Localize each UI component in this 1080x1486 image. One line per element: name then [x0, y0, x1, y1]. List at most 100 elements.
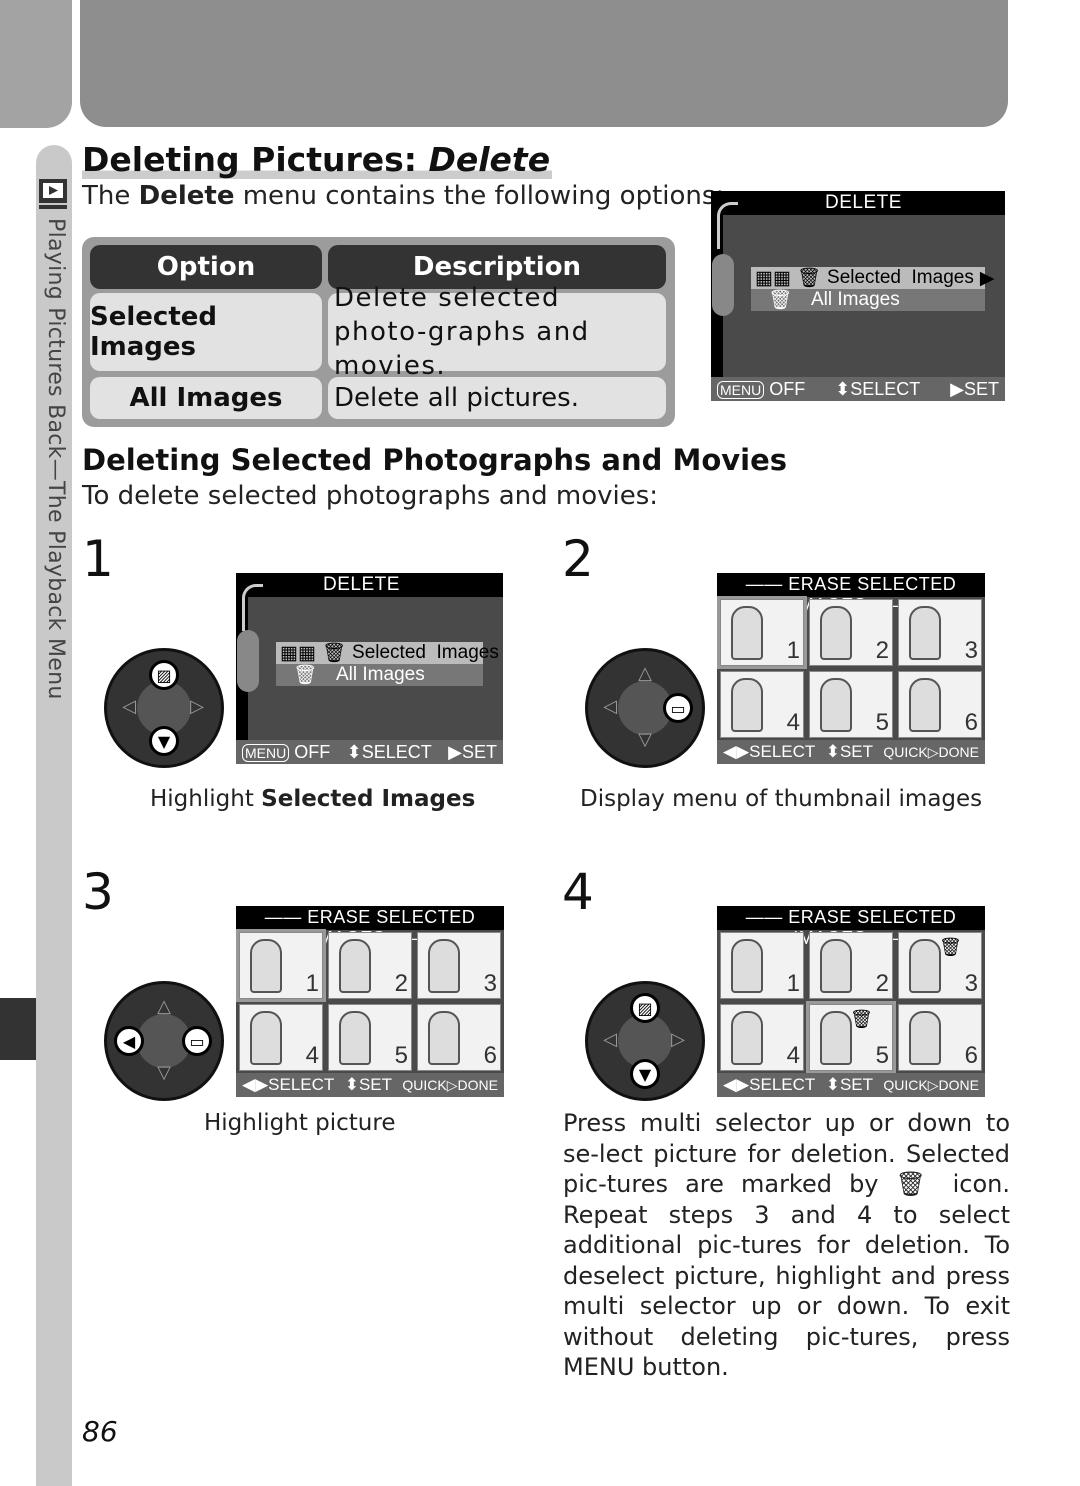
thumbnail[interactable]: 3: [417, 932, 501, 999]
lcd-erase-selected: —— ERASE SELECTED IMAGES —— 12🗑34🗑56 ◀▶S…: [717, 906, 985, 1097]
arrow-left-icon: ◁: [603, 696, 617, 717]
thumbnail[interactable]: 2: [809, 932, 893, 999]
select-hint: ◀▶SELECT: [723, 1075, 816, 1094]
trash-all-icon: 🗑: [292, 665, 318, 686]
multi-selector[interactable]: ▨ ▼ ◁ ▷: [104, 648, 224, 768]
row-description: Delete all pictures.: [328, 377, 666, 419]
header-banner: [80, 0, 1008, 127]
hint-text: QUICK: [883, 743, 928, 760]
thumbnail-number: 1: [786, 637, 800, 664]
menu-item-all-images[interactable]: 🗑 All Images: [751, 289, 985, 311]
arrow-up-icon: ▨: [149, 660, 179, 690]
thumbnail-number: 3: [483, 970, 497, 997]
step4-caption: Press multi selector up or down to se-le…: [563, 1109, 1010, 1381]
thumbnail-image: [820, 678, 852, 732]
thumbnail-number: 5: [875, 709, 889, 736]
header-option: Option: [90, 245, 322, 289]
select-hint: ◀▶SELECT: [242, 1075, 335, 1094]
thumbnail[interactable]: 2: [809, 599, 893, 666]
arrow-down-icon: ▽: [638, 729, 652, 750]
step3-caption: Highlight picture: [204, 1110, 396, 1136]
step-number: 2: [562, 530, 594, 588]
set-hint: ▶SET: [448, 741, 497, 762]
chapter-tab: [0, 0, 72, 128]
set-hint: ⬍SET: [825, 1075, 874, 1094]
arrow-right-icon: ▷: [671, 1029, 685, 1050]
thumbnail[interactable]: 1: [720, 932, 804, 999]
thumbnail-number: 4: [786, 709, 800, 736]
thumbnail[interactable]: 4: [720, 671, 804, 738]
thumbnail[interactable]: 5: [809, 671, 893, 738]
step1-caption: Highlight Selected Images: [150, 786, 475, 812]
thumbnail-image: [909, 1011, 941, 1065]
thumbnail[interactable]: 1: [717, 596, 807, 669]
set-hint: ⬍SET: [344, 1075, 393, 1094]
arrow-down-icon: ▽: [157, 1062, 171, 1083]
thumbnail-number: 1: [786, 970, 800, 997]
hint-text: SELECT: [850, 378, 921, 399]
hint-text: QUICK: [402, 1076, 447, 1093]
thumbnail-image: [339, 1011, 371, 1065]
hint-text: SELECT: [268, 1075, 335, 1094]
thumbnail-grid: 1 2 3 4 5 6: [717, 596, 982, 738]
hint-text: OFF: [294, 741, 331, 762]
options-table: Option Description Selected Images Delet…: [82, 237, 675, 427]
thumbnail[interactable]: 6: [898, 1004, 982, 1071]
thumbnail-image: [731, 939, 763, 993]
menu-item-label: All Images: [336, 664, 425, 685]
thumbnail[interactable]: 6: [417, 1004, 501, 1071]
thumbnail[interactable]: 4: [720, 1004, 804, 1071]
title-italic: Delete: [428, 140, 551, 179]
thumbnail[interactable]: 4: [239, 1004, 323, 1071]
thumbnail[interactable]: 3: [898, 599, 982, 666]
lcd-frame: [717, 202, 738, 249]
multi-selector[interactable]: ▨ ▼ ◁ ▷: [585, 981, 705, 1101]
thumbnail-number: 6: [964, 709, 978, 736]
thumbnail-number: 3: [964, 970, 978, 997]
menu-item-all-images[interactable]: 🗑 All Images: [276, 664, 483, 686]
thumbnail-image: [250, 939, 282, 993]
hint-text: OFF: [769, 378, 806, 399]
section-heading: Deleting Selected Photographs and Movies: [82, 443, 788, 477]
arrow-down-icon: ▼: [149, 726, 179, 756]
thumbnail-image: [339, 939, 371, 993]
thumbnail-image: [909, 678, 941, 732]
thumbnail-number: 3: [964, 637, 978, 664]
multi-selector[interactable]: △ ▽ ◀ ▭: [104, 981, 224, 1101]
thumbnail-image: [820, 1011, 852, 1065]
thumbnail-number: 1: [305, 970, 319, 997]
menu-item-selected-images[interactable]: ▦▦🗑Selected Images▶: [751, 267, 994, 289]
multi-selector[interactable]: △ ▽ ◁ ▭: [585, 648, 705, 768]
section-subtext: To delete selected photographs and movie…: [82, 481, 659, 511]
playback-tab-icon: [712, 254, 734, 316]
thumbnail[interactable]: 1: [236, 929, 326, 1002]
hint-text: SELECT: [361, 741, 432, 762]
thumbnail[interactable]: 6: [898, 671, 982, 738]
menu-item-label: Selected Images: [827, 267, 974, 288]
menu-item-selected-images[interactable]: ▦▦🗑Selected Images▶: [276, 642, 499, 664]
menu-button-icon: MENU: [717, 380, 765, 399]
lcd-footer: ◀▶SELECT ⬍SET QUICK▷DONE: [717, 1073, 985, 1097]
intro-pre: The: [82, 181, 139, 211]
trash-icon: 🗑: [850, 1009, 873, 1029]
sidebar-section-label: Playing Pictures Back—The Playback Menu: [43, 218, 68, 700]
thumbnail-image: [428, 1011, 460, 1065]
thumbnail[interactable]: 5: [328, 1004, 412, 1071]
lcd-footer: ◀▶SELECT ⬍SET QUICK▷DONE: [236, 1073, 504, 1097]
page-number: 86: [82, 1415, 118, 1448]
lcd-title: DELETE: [825, 192, 902, 213]
lcd-frame: [242, 584, 263, 631]
thumbnail[interactable]: 2: [328, 932, 412, 999]
set-hint: ⬍SET: [825, 742, 874, 761]
thumbnail[interactable]: 🗑 3: [898, 932, 982, 999]
caption-bold: Selected Images: [261, 786, 476, 812]
done-hint: QUICK▷DONE: [402, 1076, 498, 1093]
thumbnail[interactable]: 🗑 5: [806, 1001, 896, 1074]
arrow-down-icon: ▼: [630, 1059, 660, 1089]
lcd-erase-selected: —— ERASE SELECTED IMAGES —— 123456 ◀▶SEL…: [717, 573, 985, 764]
page-title: Deleting Pictures: Delete: [82, 140, 553, 179]
hint-text: QUICK: [883, 1076, 928, 1093]
step-number: 4: [562, 863, 594, 921]
menu-item-label: All Images: [811, 289, 900, 310]
thumbnail-number: 6: [483, 1042, 497, 1069]
